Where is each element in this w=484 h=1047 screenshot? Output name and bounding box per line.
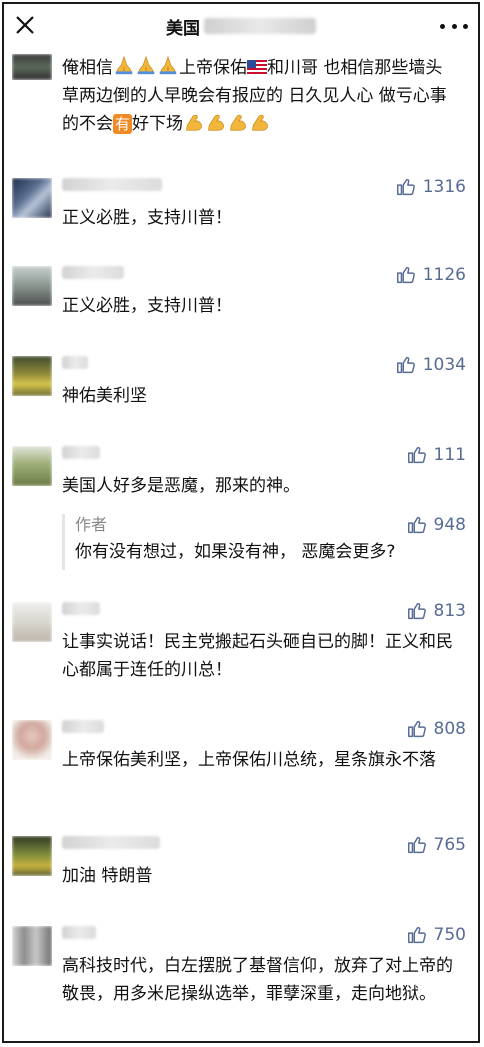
like-button[interactable]: 808 [406, 718, 466, 740]
avatar[interactable] [12, 602, 52, 642]
like-count: 750 [433, 925, 466, 945]
avatar[interactable] [12, 446, 52, 486]
reply-like-button[interactable]: 948 [406, 514, 466, 536]
like-button[interactable]: 1034 [395, 354, 466, 376]
blurred-username [62, 446, 100, 459]
flexed-biceps-icon [227, 111, 249, 133]
page-title: 美国 [166, 14, 316, 39]
comment-item: 750 高科技时代，白左摆脱了基督信仰，放弃了对上帝的敬畏，用多米尼操纵选举，罪… [4, 924, 478, 1041]
you-badge-icon: 有 [113, 114, 133, 134]
comment-text: 俺相信 上帝保佑 和川哥 也相信那些墙头草两边倒的人早晚会有报应的 日久见人心 做亏… [62, 54, 458, 138]
thumbs-up-icon [395, 176, 417, 198]
like-button[interactable]: 813 [406, 600, 466, 622]
like-count: 765 [433, 835, 466, 855]
more-dots-icon[interactable] [440, 16, 468, 36]
like-count: 1316 [422, 177, 466, 197]
avatar[interactable] [12, 926, 52, 966]
blurred-username [62, 266, 124, 279]
like-button[interactable]: 111 [406, 444, 466, 466]
reply-author: 作者 [75, 515, 108, 534]
comment-text: 加油 特朗普 [62, 866, 153, 886]
thumbs-up-icon [395, 264, 417, 286]
thumbs-up-icon [406, 834, 428, 856]
thumbs-up-icon [406, 924, 428, 946]
comment-item: 1034 神佑美利坚 [4, 354, 478, 414]
reply-text: 你有没有想过，如果没有神， 恶魔会更多? [75, 542, 396, 562]
us-flag-icon [247, 60, 267, 74]
avatar[interactable] [12, 266, 52, 306]
comment-text: 上帝保佑美利坚，上帝保佑川总统，星条旗永不落 [62, 750, 436, 770]
thumbs-up-icon [406, 718, 428, 740]
avatar[interactable] [12, 356, 52, 396]
like-count: 808 [433, 719, 466, 739]
comment-item: 1126 正义必胜，支持川普！ [4, 264, 478, 324]
avatar[interactable] [12, 720, 52, 760]
folded-hands-icon [135, 54, 157, 76]
like-button[interactable]: 1126 [395, 264, 466, 286]
comment-text: 高科技时代，白左摆脱了基督信仰，放弃了对上帝的敬畏，用多米尼操纵选举，罪孽深重，… [62, 956, 453, 1004]
avatar[interactable] [12, 178, 52, 218]
comment-item: 1316 正义必胜，支持川普！ [4, 176, 478, 236]
like-count: 111 [433, 445, 466, 465]
blurred-username [62, 602, 100, 615]
blurred-title [204, 18, 316, 34]
comment-text: 让事实说话！民主党搬起石头砸自已的脚！正义和民心都属于连任的川总！ [62, 632, 453, 680]
comment-text: 神佑美利坚 [62, 386, 147, 406]
comment-item: 俺相信 上帝保佑 和川哥 也相信那些墙头草两边倒的人早晚会有报应的 日久见人心 做亏… [4, 54, 478, 150]
blurred-username [62, 836, 160, 849]
folded-hands-icon [157, 54, 179, 76]
top-nav: 美国 [4, 4, 478, 48]
like-count: 1034 [422, 355, 466, 375]
comment-text: 美国人好多是恶魔，那来的神。 [62, 476, 300, 496]
like-count: 1126 [422, 265, 466, 285]
avatar[interactable] [12, 54, 52, 80]
author-reply: 作者 948 你有没有想过，如果没有神， 恶魔会更多? [62, 514, 466, 570]
comment-item: 808 上帝保佑美利坚，上帝保佑川总统，星条旗永不落 [4, 718, 478, 808]
like-button[interactable]: 1316 [395, 176, 466, 198]
close-icon[interactable] [8, 8, 42, 42]
comment-text: 正义必胜，支持川普！ [62, 296, 232, 316]
thumbs-up-icon [406, 600, 428, 622]
app-frame: 美国 俺相信 上帝保佑 和川哥 也相信那些墙头草两边倒的人早晚会有报应的 日久见人心… [2, 2, 480, 1043]
like-count: 813 [433, 601, 466, 621]
blurred-username [62, 178, 162, 191]
comment-text: 正义必胜，支持川普！ [62, 208, 232, 228]
blurred-username [62, 926, 96, 939]
like-button[interactable]: 765 [406, 834, 466, 856]
thumbs-up-icon [406, 514, 428, 536]
page-title-text: 美国 [166, 18, 200, 39]
comment-item: 111 美国人好多是恶魔，那来的神。 作者 948 你有没有想过，如果没有神， … [4, 444, 478, 574]
folded-hands-icon [113, 54, 135, 76]
blurred-username [62, 720, 104, 733]
like-button[interactable]: 750 [406, 924, 466, 946]
comment-item: 813 让事实说话！民主党搬起石头砸自已的脚！正义和民心都属于连任的川总！ [4, 600, 478, 690]
comment-item: 765 加油 特朗普 [4, 834, 478, 894]
avatar[interactable] [12, 836, 52, 876]
flexed-biceps-icon [205, 111, 227, 133]
thumbs-up-icon [406, 444, 428, 466]
like-count: 948 [433, 515, 466, 535]
flexed-biceps-icon [183, 111, 205, 133]
thumbs-up-icon [395, 354, 417, 376]
blurred-username [62, 356, 88, 369]
flexed-biceps-icon [249, 111, 271, 133]
